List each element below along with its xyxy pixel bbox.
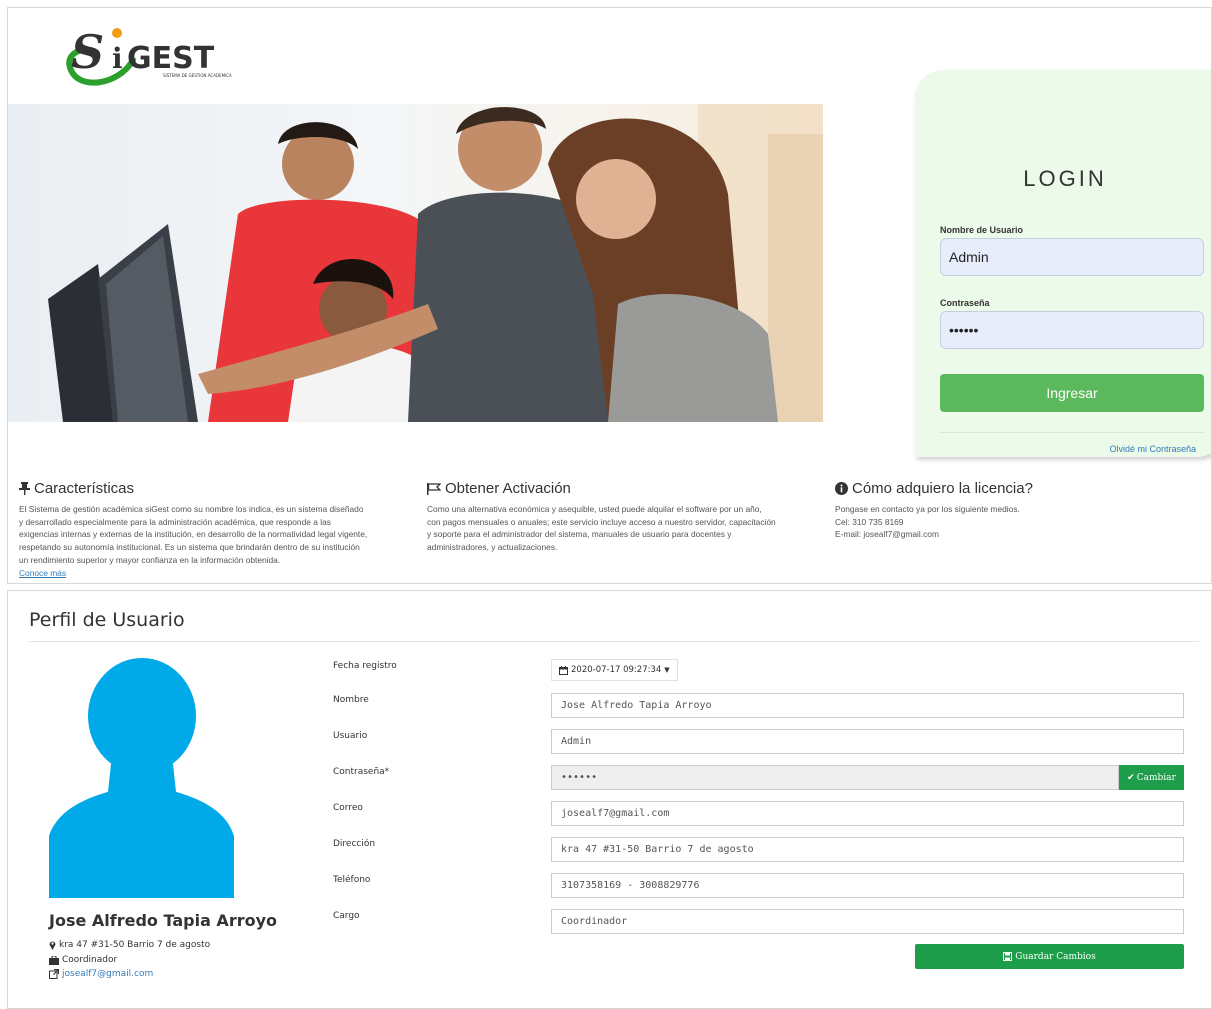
- external-link-icon: [49, 969, 59, 979]
- svg-text:S: S: [71, 25, 104, 79]
- profile-divider: [29, 641, 1199, 642]
- profile-title: Perfil de Usuario: [29, 609, 185, 631]
- guardar-cambios-button[interactable]: Guardar Cambios: [915, 944, 1184, 969]
- feature-text-line: E-mail: josealf7@gmail.com: [835, 529, 939, 540]
- conoce-mas-link[interactable]: Conoce más: [19, 568, 66, 578]
- cargo-label: Cargo: [333, 911, 360, 921]
- flag-icon: [427, 482, 441, 495]
- feature-text-line: administradores, y actualizaciones.: [427, 542, 558, 553]
- check-icon: ✔: [1127, 772, 1135, 783]
- feature-text-line: un rendimiento superior y mayor confianz…: [19, 554, 281, 565]
- hero-image: [8, 104, 823, 422]
- telefono-label: Teléfono: [333, 875, 371, 885]
- login-divider: [940, 432, 1204, 433]
- username-input[interactable]: [940, 238, 1204, 276]
- cambiar-label: Cambiar: [1136, 772, 1176, 783]
- nombre-input[interactable]: [551, 693, 1184, 718]
- avatar: [49, 656, 234, 898]
- user-profile-panel: Perfil de Usuario Jose Alfredo Tapia Arr…: [7, 590, 1212, 1009]
- user-role-text: Coordinador: [62, 955, 118, 965]
- password-label: Contraseña: [940, 298, 990, 308]
- user-address: kra 47 #31-50 Barrio 7 de agosto: [49, 940, 210, 950]
- fecha-registro-label: Fecha registro: [333, 661, 397, 671]
- correo-label: Correo: [333, 803, 363, 813]
- user-name: Jose Alfredo Tapia Arroyo: [49, 911, 278, 930]
- feature-text-line: Cel: 310 735 8169: [835, 516, 904, 527]
- feature-text-line: Como una alternativa económica y asequib…: [427, 504, 762, 514]
- save-icon: [1003, 952, 1013, 961]
- landing-panel: S i GEST SISTEMA DE GESTION ACADEMICA LO…: [7, 7, 1212, 584]
- feature-title: Obtener Activación: [445, 480, 571, 497]
- forgot-password-link[interactable]: Olvidé mi Contraseña: [1109, 444, 1196, 454]
- feature-text-line: y soporte para el administrador del sist…: [427, 529, 732, 540]
- username-label: Nombre de Usuario: [940, 225, 1024, 235]
- logo-text: GEST: [127, 41, 215, 76]
- usuario-input[interactable]: [551, 729, 1184, 754]
- map-marker-icon: [49, 941, 56, 950]
- user-email-link[interactable]: josealf7@gmail.com: [62, 969, 153, 979]
- contrasena-label: Contraseña*: [333, 767, 390, 777]
- login-card: LOGIN Nombre de Usuario Contraseña Ingre…: [915, 70, 1211, 457]
- usuario-label: Usuario: [333, 731, 368, 741]
- sigest-logo: S i GEST SISTEMA DE GESTION ACADEMICA: [66, 25, 232, 86]
- feature-title: Cómo adquiero la licencia?: [852, 480, 1033, 497]
- calendar-icon: [559, 665, 568, 675]
- feature-activacion: Obtener Activación Como una alternativa …: [427, 480, 802, 554]
- feature-text-line: con pagos mensuales o anuales; este serv…: [427, 516, 776, 527]
- login-title: LOGIN: [1023, 166, 1107, 191]
- cambiar-button[interactable]: ✔ Cambiar: [1119, 765, 1184, 790]
- fecha-registro-value: 2020-07-17 09:27:34: [571, 665, 662, 675]
- user-address-text: kra 47 #31-50 Barrio 7 de agosto: [59, 940, 211, 950]
- correo-input[interactable]: [551, 801, 1184, 826]
- guardar-cambios-label: Guardar Cambios: [1015, 951, 1096, 962]
- nombre-label: Nombre: [333, 695, 369, 705]
- info-icon: [835, 482, 848, 495]
- feature-title: Características: [34, 480, 135, 497]
- telefono-input[interactable]: [551, 873, 1184, 898]
- direccion-input[interactable]: [551, 837, 1184, 862]
- direccion-label: Dirección: [333, 839, 376, 849]
- user-role: Coordinador: [49, 955, 117, 965]
- caret-down-icon: ▼: [664, 666, 670, 674]
- feature-text-line: exigencias internas y externas de la ins…: [19, 529, 368, 540]
- fecha-registro-dropdown[interactable]: 2020-07-17 09:27:34 ▼: [551, 659, 678, 681]
- svg-text:i: i: [112, 42, 123, 75]
- pushpin-icon: [19, 482, 30, 495]
- feature-text-line: El Sistema de gestión académica siGest c…: [19, 504, 364, 514]
- feature-caracteristicas: Características El Sistema de gestión ac…: [19, 480, 394, 579]
- feature-text-line: y desarrollado especialmente para la adm…: [19, 516, 331, 527]
- cargo-input[interactable]: [551, 909, 1184, 934]
- feature-text-line: Pongase en contacto ya por los siguiente…: [835, 504, 1020, 514]
- user-email: josealf7@gmail.com: [49, 969, 153, 979]
- briefcase-icon: [49, 955, 59, 965]
- contrasena-input[interactable]: [551, 765, 1119, 790]
- login-button[interactable]: Ingresar: [940, 374, 1204, 412]
- feature-text-line: respetando su autonomía institucional. E…: [19, 542, 360, 553]
- logo-subtitle: SISTEMA DE GESTION ACADEMICA: [163, 73, 232, 78]
- feature-licencia: Cómo adquiero la licencia? Pongase en co…: [835, 480, 1210, 541]
- password-input[interactable]: [940, 311, 1204, 349]
